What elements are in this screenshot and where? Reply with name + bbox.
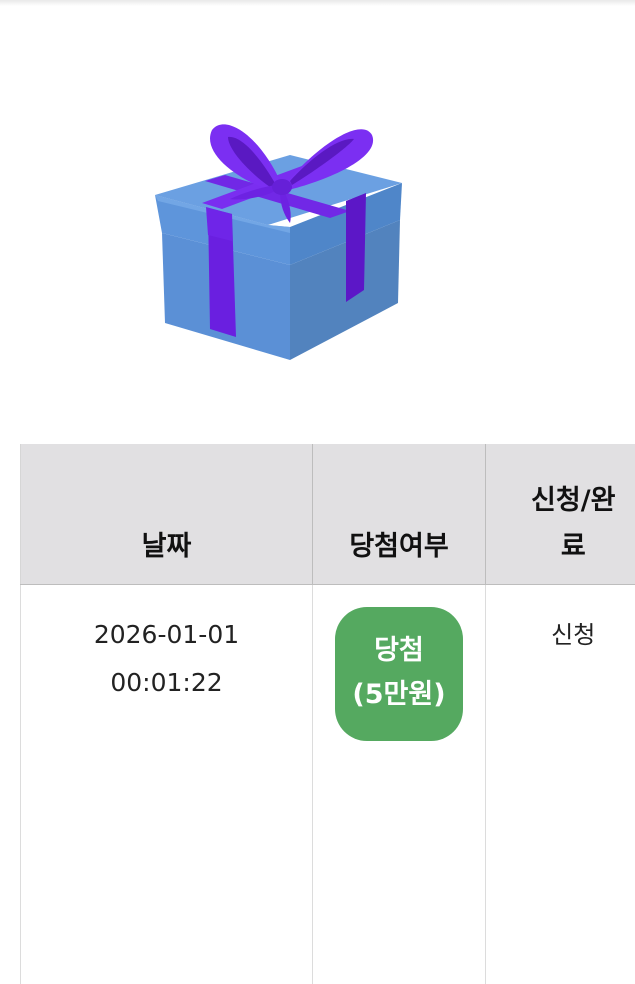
table-row: 2026-01-01 00:01:22 당첨 (5만원) 신청: [21, 584, 635, 984]
cell-date: 2026-01-01 00:01:22: [21, 584, 313, 984]
header-date: 날짜: [21, 444, 313, 584]
win-badge-amount: (5만원): [335, 673, 463, 717]
win-badge-label: 당첨: [335, 629, 463, 673]
win-badge: 당첨 (5만원): [335, 607, 463, 741]
header-apply-status: 신청/완료: [486, 444, 635, 584]
table-header-row: 날짜 당첨여부 신청/완료: [21, 444, 635, 584]
cell-win-status: 당첨 (5만원): [313, 584, 486, 984]
cell-apply-status: 신청: [486, 584, 635, 984]
date-value: 2026-01-01: [22, 611, 311, 659]
header-win-status: 당첨여부: [313, 444, 486, 584]
gift-box-icon: [150, 115, 410, 365]
apply-status-link[interactable]: 신청: [551, 621, 595, 649]
time-value: 00:01:22: [22, 659, 311, 707]
top-shadow: [0, 0, 635, 6]
results-table: 날짜 당첨여부 신청/완료 2026-01-01 00:01:22 당첨 (5만…: [20, 444, 635, 984]
